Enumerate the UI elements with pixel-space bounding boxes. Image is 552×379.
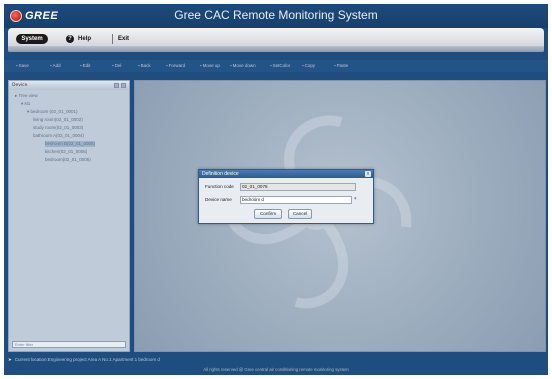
tree-node-device[interactable]: study room(02_01_0003) xyxy=(33,125,83,131)
panel-title: Device xyxy=(12,83,28,88)
tree-node-root[interactable]: ▸ Tree view xyxy=(15,93,38,99)
function-code-label: Function code xyxy=(205,184,234,189)
help-icon: ? xyxy=(66,35,74,43)
app-window: GREE Gree CAC Remote Monitoring System S… xyxy=(4,4,548,375)
definition-device-dialog: Definition device x Function code 02_01_… xyxy=(198,169,374,224)
tree-node-device[interactable]: ▾ bedroom (02_01_0001) xyxy=(27,109,78,115)
status-bar: ➤ Current location:Engineering project Ar… xyxy=(4,356,548,364)
function-code-field[interactable]: 02_01_0076 xyxy=(240,183,356,191)
confirm-button[interactable]: Confirm xyxy=(254,209,282,219)
move-up-tool-button[interactable]: Move up xyxy=(200,62,220,70)
menu-bar-shine xyxy=(8,46,544,52)
collapse-icon[interactable] xyxy=(114,83,119,88)
pin-icon[interactable] xyxy=(121,83,126,88)
add-tool-button[interactable]: Add xyxy=(50,62,61,70)
tree-node-device[interactable]: kitchen(02_01_0006) xyxy=(45,149,87,155)
forward-tool-button[interactable]: Forward xyxy=(166,62,186,70)
cancel-button[interactable]: Cancel xyxy=(288,209,312,219)
tree-node-device[interactable]: living room(02_01_0002) xyxy=(33,117,83,123)
required-mark: * xyxy=(354,197,357,203)
tree-node-device[interactable]: bedroom(02_01_0006) xyxy=(45,157,91,163)
tree-filter-input[interactable]: Enter filter xyxy=(12,341,126,348)
device-name-field[interactable]: bedroom d xyxy=(240,196,352,204)
paste-tool-button[interactable]: Paste xyxy=(334,62,349,70)
footer-copyright: All rights reserved @ Gree central air c… xyxy=(203,367,349,372)
copy-tool-button[interactable]: Copy xyxy=(302,62,316,70)
device-tree-panel: Device ▸ Tree view ▾ N1 ▾ bedroom (02_01… xyxy=(8,80,130,352)
menu-divider xyxy=(112,34,113,44)
help-label: Help xyxy=(78,36,92,42)
system-button[interactable]: System xyxy=(16,34,48,44)
location-arrow-icon: ➤ xyxy=(8,357,12,362)
tree-node-device[interactable]: bathroom A(02_01_0004) xyxy=(33,133,84,139)
delete-tool-button[interactable]: Del xyxy=(112,62,122,70)
exit-button[interactable]: Exit xyxy=(118,34,129,44)
back-tool-button[interactable]: Back xyxy=(138,62,151,70)
toolbar: Save Add Edit Del Back Forward Move up M… xyxy=(4,60,548,72)
dialog-title-bar: Definition device x xyxy=(199,170,373,178)
save-tool-button[interactable]: Save xyxy=(16,62,29,70)
panel-header: Device xyxy=(9,81,129,90)
title-bar: GREE Gree CAC Remote Monitoring System xyxy=(4,4,548,28)
menu-bar: System ? Help Exit xyxy=(8,28,544,52)
set-color-tool-button[interactable]: SetColor xyxy=(270,62,291,70)
tree-node-n1[interactable]: ▾ N1 xyxy=(21,101,30,107)
edit-tool-button[interactable]: Edit xyxy=(80,62,91,70)
current-location: Current location:Engineering project Are… xyxy=(14,357,160,362)
move-down-tool-button[interactable]: Move down xyxy=(230,62,256,70)
device-name-label: Device name xyxy=(205,197,232,202)
help-button[interactable]: ? Help xyxy=(66,34,91,44)
app-title: Gree CAC Remote Monitoring System xyxy=(174,8,378,22)
tree-node-device-selected[interactable]: bedroom B(02_01_0005) xyxy=(45,141,96,147)
dialog-title: Definition device xyxy=(202,171,239,177)
close-icon[interactable]: x xyxy=(365,171,371,177)
